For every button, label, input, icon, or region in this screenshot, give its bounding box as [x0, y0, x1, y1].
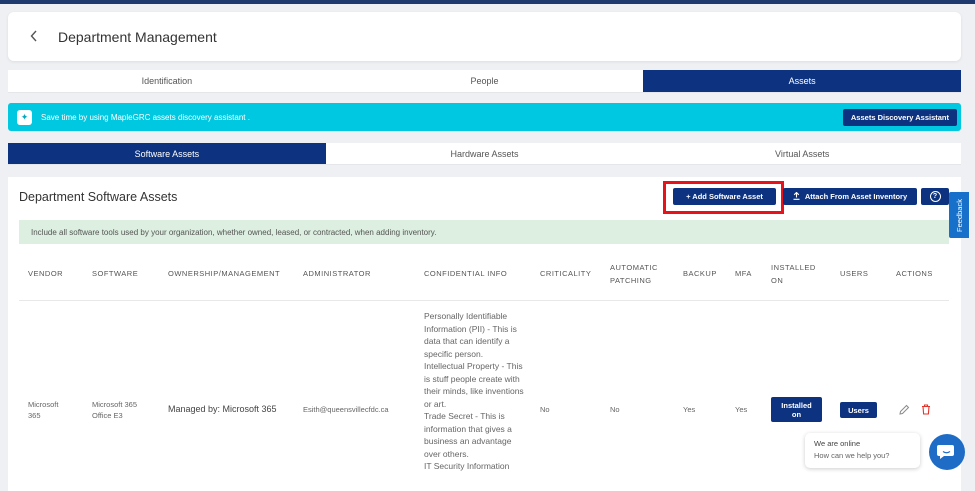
info-note: Include all software tools used by your …: [19, 220, 949, 244]
cell-administrator: Esith@queensvillecfdc.ca: [303, 405, 389, 414]
pencil-icon[interactable]: [899, 404, 910, 419]
cell-vendor: Microsoft 365: [28, 400, 59, 420]
sparkle-icon: ✦: [17, 109, 32, 125]
cell-mfa: Yes: [735, 405, 748, 414]
chat-popup[interactable]: We are online How can we help you?: [805, 433, 920, 468]
main-tabs: Identification People Assets: [8, 70, 962, 93]
users-button[interactable]: Users: [840, 402, 877, 418]
col-automatic-patching: AUTOMATIC PATCHING: [610, 263, 658, 285]
chat-status: We are online: [814, 439, 861, 448]
chat-icon[interactable]: [929, 434, 965, 470]
add-software-asset-button[interactable]: + Add Software Asset: [673, 188, 776, 205]
assets-discovery-assistant-button[interactable]: Assets Discovery Assistant: [842, 108, 957, 126]
banner-text: Save time by using MapleGRC assets disco…: [41, 112, 250, 122]
tab-software-assets[interactable]: Software Assets: [8, 143, 326, 165]
page-header: Department Management: [8, 12, 961, 61]
tab-assets[interactable]: Assets: [643, 70, 962, 93]
cell-criticality: No: [540, 405, 550, 414]
discovery-banner: ✦ Save time by using MapleGRC assets dis…: [8, 103, 961, 131]
question-icon: ?: [929, 191, 941, 202]
tab-people[interactable]: People: [325, 70, 644, 93]
col-ownership: OWNERSHIP/MANAGEMENT: [168, 269, 281, 278]
cell-confidential-info: Personally Identifiable Information (PII…: [424, 311, 524, 471]
upload-icon: [793, 191, 800, 202]
back-chevron-icon[interactable]: [30, 29, 46, 45]
cell-automatic-patching: No: [610, 405, 620, 414]
top-strip: [0, 0, 975, 4]
cell-software: Microsoft 365 Office E3: [92, 400, 138, 420]
col-mfa: MFA: [735, 269, 752, 278]
feedback-label: Feedback: [954, 198, 964, 232]
section-title: Department Software Assets: [19, 190, 178, 204]
attach-label: Attach From Asset Inventory: [804, 192, 908, 201]
attach-from-inventory-button[interactable]: Attach From Asset Inventory: [783, 188, 917, 205]
col-actions: ACTIONS: [896, 269, 933, 278]
col-administrator: ADMINISTRATOR: [303, 269, 371, 278]
col-users: USERS: [840, 269, 869, 278]
cell-ownership: Managed by: Microsoft 365: [168, 404, 277, 414]
col-software: SOFTWARE: [92, 269, 139, 278]
header-divider: [19, 300, 949, 301]
tab-virtual-assets[interactable]: Virtual Assets: [643, 143, 962, 165]
feedback-tab[interactable]: Feedback: [949, 192, 969, 238]
trash-icon[interactable]: [921, 404, 931, 419]
col-backup: BACKUP: [683, 269, 717, 278]
cell-backup: Yes: [683, 405, 696, 414]
help-button[interactable]: ?: [921, 188, 949, 205]
col-criticality: CRITICALITY: [540, 269, 592, 278]
installed-on-button[interactable]: Installed on: [771, 397, 822, 422]
page-title: Department Management: [58, 28, 217, 45]
tab-identification[interactable]: Identification: [8, 70, 326, 93]
col-installed-on: INSTALLED ON: [771, 263, 816, 285]
col-vendor: VENDOR: [28, 269, 64, 278]
tab-hardware-assets[interactable]: Hardware Assets: [325, 143, 644, 165]
chat-prompt: How can we help you?: [814, 451, 890, 460]
col-confidential-info: CONFIDENTIAL INFO: [424, 269, 508, 278]
asset-tabs: Software Assets Hardware Assets Virtual …: [8, 143, 962, 165]
